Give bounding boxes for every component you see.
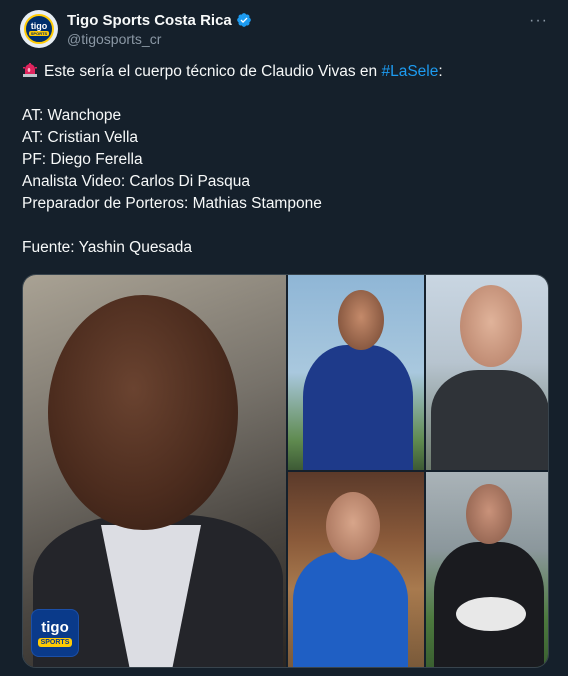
display-name[interactable]: Tigo Sports Costa Rica <box>67 12 232 29</box>
staff-line: AT: Wanchope <box>22 107 122 124</box>
staff-line: PF: Diego Ferella <box>22 151 143 168</box>
tweet-card: tigo SPORTS Tigo Sports Costa Rica @tigo… <box>0 0 568 676</box>
person-head <box>48 295 238 530</box>
person-head <box>466 484 512 544</box>
verified-badge-icon <box>236 13 251 27</box>
account-handle[interactable]: @tigosports_cr <box>67 31 252 47</box>
person-jacket <box>431 370 548 470</box>
badge-sub: SPORTS <box>37 637 73 647</box>
avatar-logo-text: tigo <box>30 21 48 31</box>
tigo-sports-badge: tigo SPORTS <box>31 609 79 657</box>
person-head <box>460 285 522 367</box>
intro-text: Este sería el cuerpo técnico de Claudio … <box>44 63 382 80</box>
source-line: Fuente: Yashin Quesada <box>22 239 193 256</box>
gloves-icon <box>456 597 526 631</box>
badge-text: tigo <box>41 618 69 636</box>
media-collage[interactable]: tigo SPORTS <box>22 274 549 668</box>
staff-line: Preparador de Porteros: Mathias Stampone <box>22 195 322 212</box>
photo-top-right[interactable] <box>426 275 548 470</box>
staff-line: AT: Cristian Vella <box>22 129 139 146</box>
person-jersey <box>303 345 413 470</box>
photo-top-left[interactable] <box>288 275 424 470</box>
person-head <box>326 492 380 560</box>
tigo-logo-icon: tigo SPORTS <box>24 14 54 44</box>
photo-bottom-left[interactable] <box>288 472 424 667</box>
person-polo <box>293 552 408 667</box>
tweet-intro-line: Este sería el cuerpo técnico de Claudio … <box>22 61 550 83</box>
account-avatar[interactable]: tigo SPORTS <box>20 10 58 48</box>
more-options-icon[interactable]: ··· <box>529 12 548 30</box>
intro-suffix: : <box>438 63 443 80</box>
user-info: Tigo Sports Costa Rica @tigosports_cr <box>67 10 252 47</box>
photo-main[interactable]: tigo SPORTS <box>23 275 286 667</box>
staff-line: Analista Video: Carlos Di Pasqua <box>22 173 251 190</box>
person-head <box>338 290 384 350</box>
tweet-text: Este sería el cuerpo técnico de Claudio … <box>22 61 550 259</box>
hashtag-link[interactable]: #LaSele <box>381 63 438 80</box>
photo-bottom-right[interactable] <box>426 472 548 667</box>
avatar-logo-sub: SPORTS <box>28 31 50 36</box>
siren-emoji-icon <box>23 63 37 77</box>
